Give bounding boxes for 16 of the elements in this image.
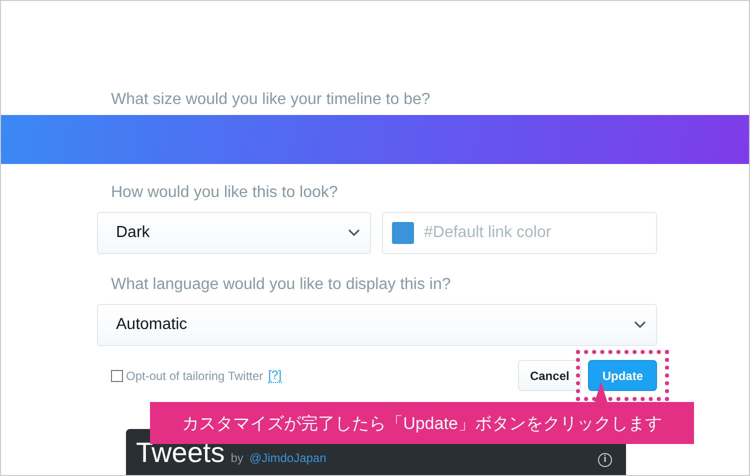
section-heading: What size would you like your timeline to be?: [110, 90, 432, 110]
section-heading: What language would you like to display this in?: [110, 276, 452, 294]
callout-text: カスタマイズが完了したら「Update」ボタンをクリックします: [182, 412, 662, 434]
checkbox-label: Opt-out of tailoring Twitter: [126, 368, 264, 382]
section-heading: How would you like this to look?: [110, 184, 339, 202]
checkbox[interactable]: [111, 370, 123, 382]
chevron-icon: [348, 229, 360, 237]
link-color-field[interactable]: #Default link color: [382, 212, 657, 254]
theme-select[interactable]: Dark: [97, 212, 371, 254]
chevron-icon: [634, 321, 646, 329]
info-icon[interactable]: i: [598, 453, 612, 467]
handle-link[interactable]: @JimdoJapan: [249, 451, 326, 465]
cancel-button[interactable]: Cancel: [518, 360, 582, 391]
widget-title: Tweets: [136, 437, 225, 469]
widget-byline: by: [230, 451, 244, 465]
language-select[interactable]: Automatic: [97, 304, 657, 346]
